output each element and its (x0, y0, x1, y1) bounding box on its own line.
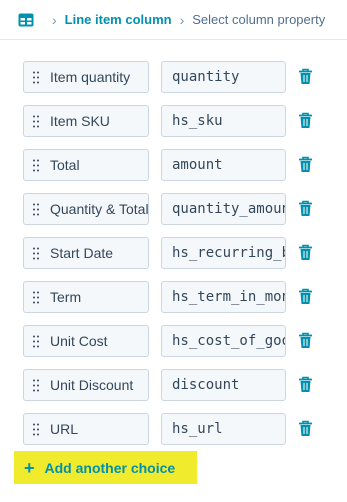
choice-row: Unit Discount discount (23, 369, 323, 401)
trash-icon[interactable] (298, 420, 313, 437)
trash-icon[interactable] (298, 288, 313, 305)
drag-handle-icon[interactable] (33, 423, 39, 436)
trash-icon[interactable] (298, 68, 313, 85)
add-another-choice-label: Add another choice (44, 459, 176, 476)
choice-value-text: hs_sku (172, 113, 223, 129)
table-icon (18, 13, 34, 26)
choice-value-input[interactable]: quantity (161, 61, 286, 93)
drag-handle-icon[interactable] (33, 291, 39, 304)
add-another-choice-button[interactable]: + Add another choice (14, 451, 197, 484)
plus-icon: + (24, 457, 35, 478)
choice-label-text: Total (50, 157, 80, 173)
choice-value-text: hs_recurring_billing_start_date (172, 245, 286, 261)
choice-value-input[interactable]: discount (161, 369, 286, 401)
choice-label-text: Term (50, 289, 82, 305)
trash-icon[interactable] (298, 156, 313, 173)
choice-value-input[interactable]: hs_url (161, 413, 286, 445)
choice-value-text: quantity (172, 69, 240, 85)
drag-handle-icon[interactable] (33, 115, 39, 128)
choice-value-input[interactable]: amount (161, 149, 286, 181)
choice-label-input[interactable]: Term (23, 281, 149, 313)
drag-handle-icon[interactable] (33, 247, 39, 260)
trash-icon[interactable] (298, 332, 313, 349)
choice-row: Quantity & Total quantity_amount (23, 193, 323, 225)
trash-icon[interactable] (298, 112, 313, 129)
drag-handle-icon[interactable] (33, 203, 39, 216)
choice-label-text: URL (50, 421, 79, 437)
choice-row: Item quantity quantity (23, 61, 323, 93)
choice-label-input[interactable]: Total (23, 149, 149, 181)
drag-handle-icon[interactable] (33, 379, 39, 392)
choice-value-input[interactable]: hs_recurring_billing_start_date (161, 237, 286, 269)
choice-value-text: hs_cost_of_goods_sold (172, 333, 285, 349)
choice-row: URL hs_url (23, 413, 323, 445)
breadcrumb-link[interactable]: Line item column (65, 12, 172, 27)
breadcrumb: › Line item column › Select column prope… (0, 0, 347, 40)
choice-value-text: hs_term_in_months (172, 289, 285, 305)
choice-label-input[interactable]: Start Date (23, 237, 149, 269)
choice-row: Total amount (23, 149, 323, 181)
breadcrumb-current: Select column property (192, 12, 326, 27)
trash-icon[interactable] (298, 376, 313, 393)
choice-label-input[interactable]: Quantity & Total (23, 193, 149, 225)
drag-handle-icon[interactable] (33, 335, 39, 348)
choice-value-text: amount (172, 157, 223, 173)
chevron-right-icon: › (179, 11, 185, 28)
choice-label-input[interactable]: Item SKU (23, 105, 149, 137)
choice-label-text: Unit Discount (50, 377, 134, 393)
choice-label-input[interactable]: Unit Discount (23, 369, 149, 401)
choice-row: Start Date hs_recurring_billing_start_da… (23, 237, 323, 269)
choice-value-input[interactable]: hs_sku (161, 105, 286, 137)
drag-handle-icon[interactable] (33, 71, 39, 84)
choice-label-text: Start Date (50, 245, 114, 261)
drag-handle-icon[interactable] (33, 159, 39, 172)
trash-icon[interactable] (298, 200, 313, 217)
choice-label-text: Quantity & Total (50, 201, 149, 217)
choice-row: Item SKU hs_sku (23, 105, 323, 137)
trash-icon[interactable] (298, 244, 313, 261)
choice-label-text: Unit Cost (50, 333, 108, 349)
choice-label-input[interactable]: Item quantity (23, 61, 149, 93)
choice-row: Term hs_term_in_months (23, 281, 323, 313)
choice-row: Unit Cost hs_cost_of_goods_sold (23, 325, 323, 357)
choice-value-input[interactable]: hs_cost_of_goods_sold (161, 325, 286, 357)
choice-value-input[interactable]: quantity_amount (161, 193, 286, 225)
choice-label-text: Item quantity (50, 69, 131, 85)
choice-value-text: quantity_amount (172, 201, 286, 217)
choice-value-input[interactable]: hs_term_in_months (161, 281, 286, 313)
choice-value-text: hs_url (172, 421, 223, 437)
chevron-right-icon: › (52, 11, 57, 28)
choice-label-input[interactable]: Unit Cost (23, 325, 149, 357)
choice-label-input[interactable]: URL (23, 413, 149, 445)
choice-label-text: Item SKU (50, 113, 110, 129)
choice-value-text: discount (172, 377, 240, 393)
